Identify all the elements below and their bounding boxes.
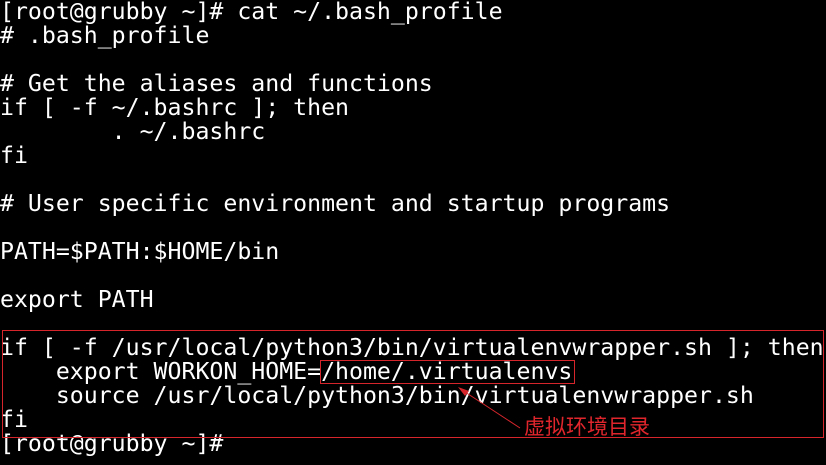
terminal-line: # User specific environment and startup … [0, 190, 671, 217]
terminal-line: fi [0, 142, 28, 169]
terminal-line: # Get the aliases and functions [0, 70, 433, 97]
terminal-line: source /usr/local/python3/bin/virtualenv… [0, 382, 754, 409]
terminal-line: . ~/.bashrc [0, 118, 266, 145]
terminal-line: if [ -f ~/.bashrc ]; then [0, 94, 350, 121]
terminal-line-prompt: [root@grubby ~]# [0, 430, 224, 457]
terminal-line: export WORKON_HOME=/home/.virtualenvs [0, 358, 573, 385]
annotation-label: 虚拟环境目录 [524, 415, 650, 439]
terminal-line: # .bash_profile [0, 22, 210, 49]
terminal-line: PATH=$PATH:$HOME/bin [0, 238, 280, 265]
terminal-line: export PATH [0, 286, 154, 313]
terminal-line-prompt-command: [root@grubby ~]# cat ~/.bash_profile [0, 0, 503, 25]
terminal-line: fi [0, 406, 28, 433]
terminal-window[interactable]: [root@grubby ~]# cat ~/.bash_profile # .… [0, 0, 826, 465]
terminal-line: if [ -f /usr/local/python3/bin/virtualen… [0, 334, 824, 361]
